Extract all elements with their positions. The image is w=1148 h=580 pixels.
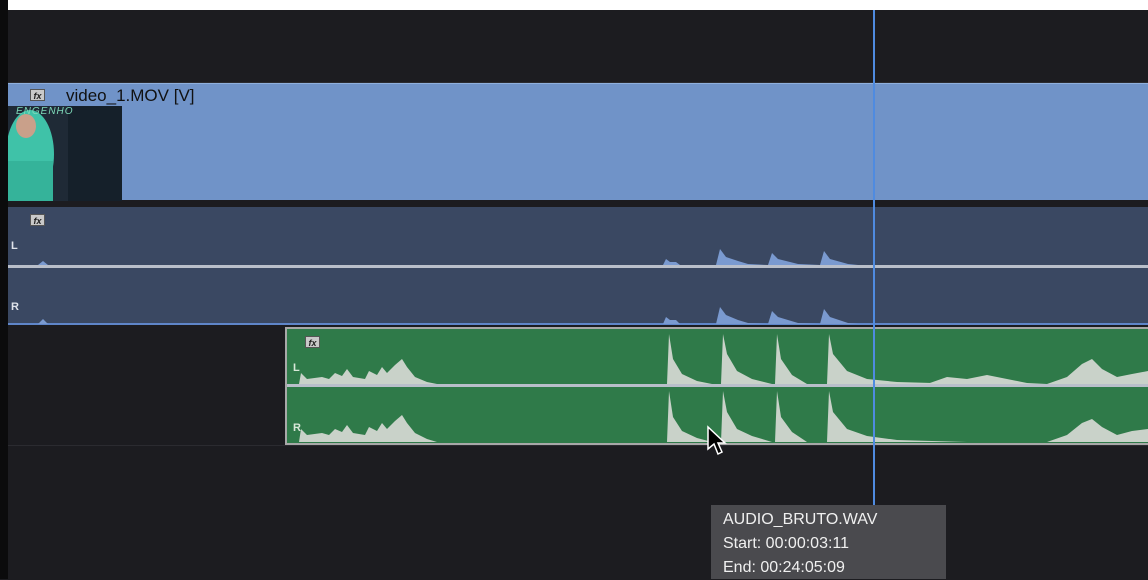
linked-audio-clip[interactable]: fx L R — [8, 207, 1148, 325]
thumbnail-overlay-text: ENGENHO — [16, 106, 74, 117]
left-frame-edge — [0, 0, 8, 579]
tooltip-end: End: 00:24:05:09 — [723, 559, 845, 576]
top-frame-edge — [0, 0, 1148, 10]
playhead[interactable] — [873, 10, 875, 505]
mouse-pointer-icon — [706, 425, 728, 457]
tooltip-start: Start: 00:00:03:11 — [723, 535, 850, 552]
video-clip[interactable]: fx video_1.MOV [V] ENGENHO — [8, 83, 1148, 201]
waveform — [8, 249, 1148, 324]
video-clip-title: video_1.MOV [V] — [66, 86, 195, 105]
video-thumbnail: ENGENHO — [8, 106, 122, 201]
track-divider — [8, 445, 1148, 446]
thumbnail-image — [8, 106, 122, 201]
clip-tooltip: AUDIO_BRUTO.WAV Start: 00:00:03:11 End: … — [711, 505, 946, 579]
fx-badge[interactable]: fx — [30, 89, 45, 101]
tooltip-filename: AUDIO_BRUTO.WAV — [723, 511, 878, 528]
